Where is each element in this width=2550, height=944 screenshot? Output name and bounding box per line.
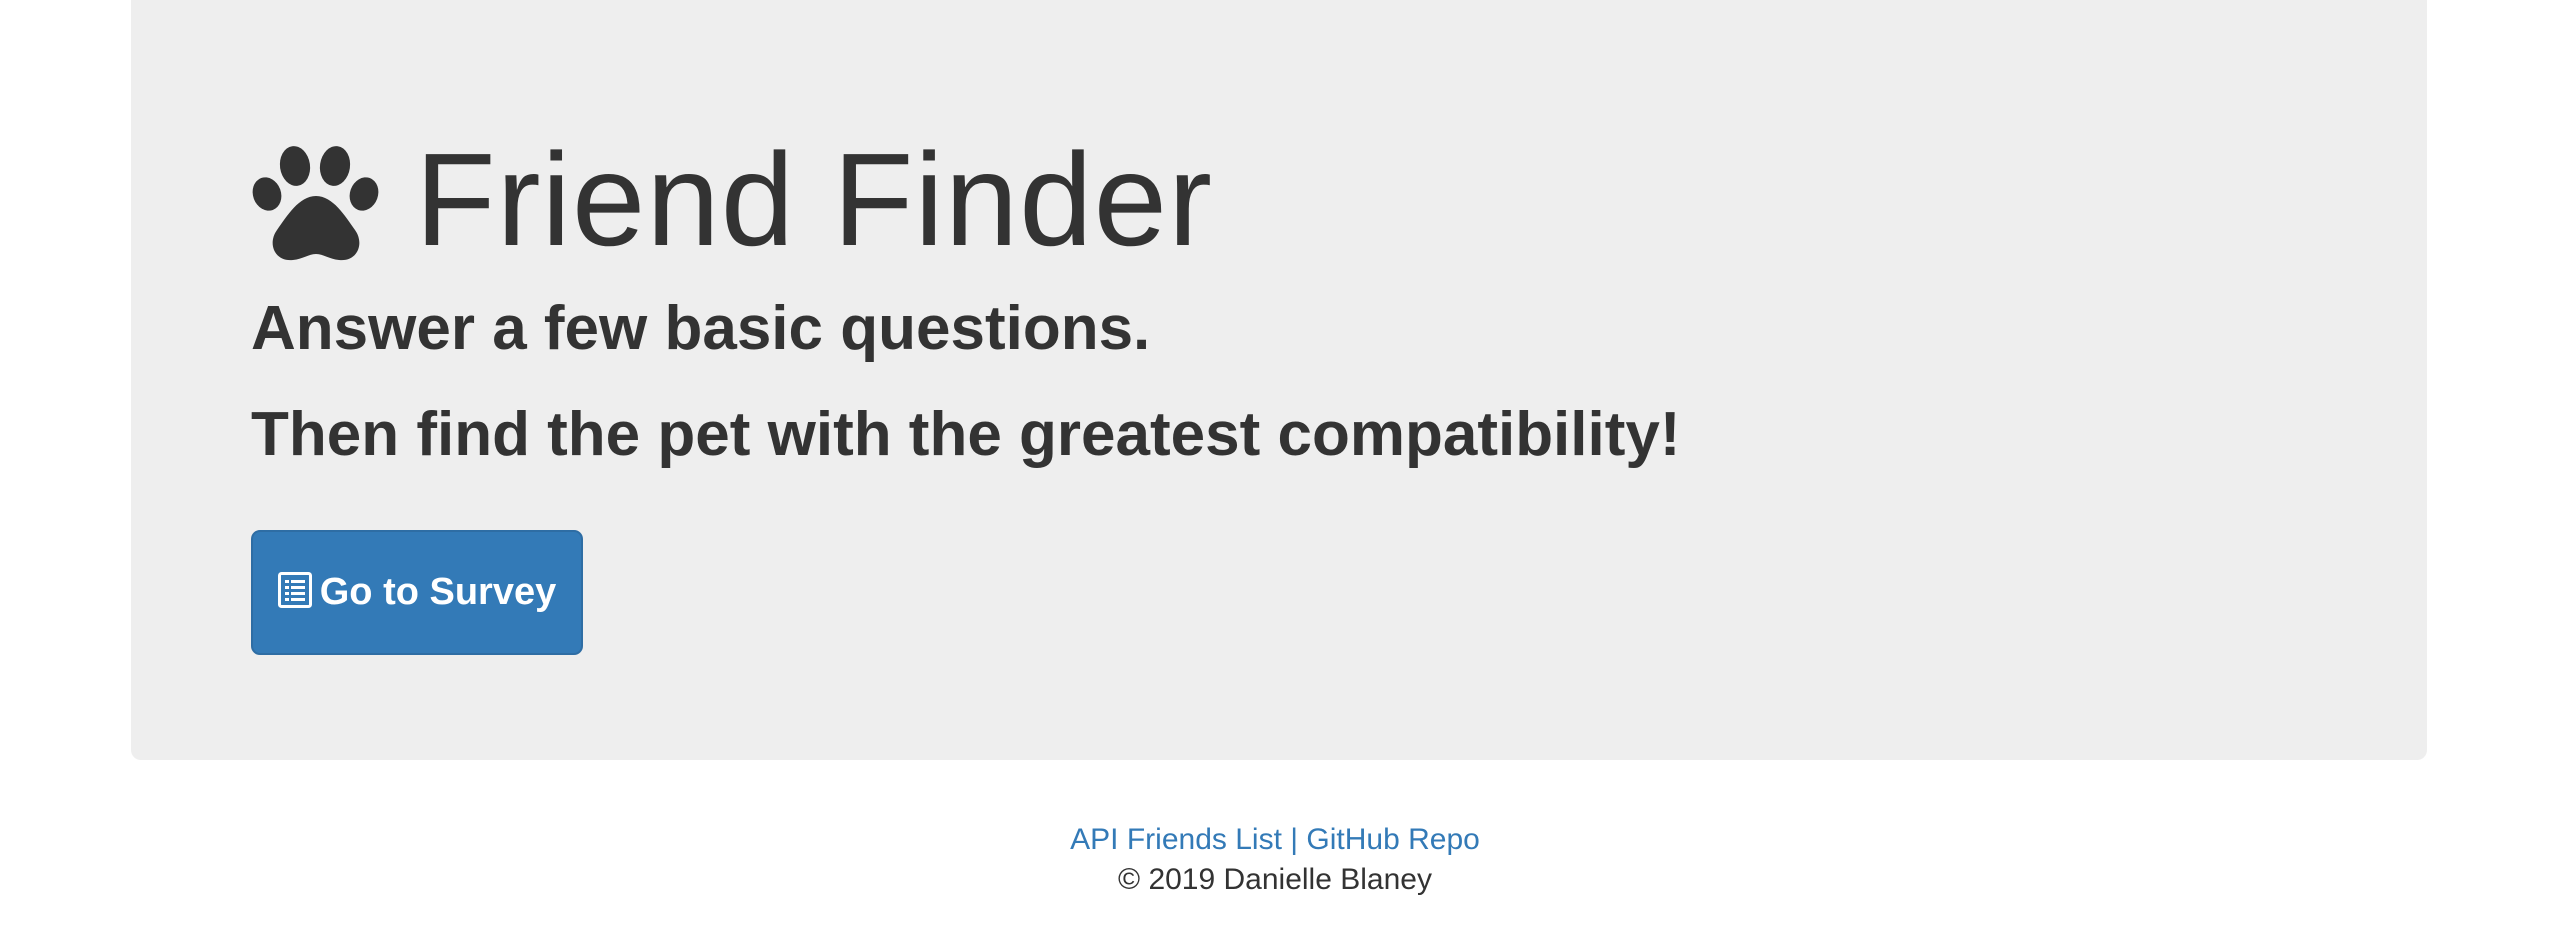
paw-icon <box>252 146 379 261</box>
go-to-survey-button[interactable]: Go to Survey <box>251 530 583 655</box>
footer: API Friends List | GitHub Repo © 2019 Da… <box>0 820 2550 900</box>
github-repo-link[interactable]: GitHub Repo <box>1306 823 1479 856</box>
title-row: Friend Finder <box>251 130 1681 270</box>
go-to-survey-label: Go to Survey <box>319 571 557 613</box>
page-title: Friend Finder <box>415 126 1213 273</box>
tagline-compatibility: Then find the pet with the greatest comp… <box>251 400 1681 469</box>
copyright-text: © 2019 Danielle Blaney <box>1118 863 1432 896</box>
tagline-questions: Answer a few basic questions. <box>251 294 1151 363</box>
page: Friend Finder Answer a few basic questio… <box>0 0 2550 944</box>
footer-separator: | <box>1290 823 1299 856</box>
footer-links: API Friends List | GitHub Repo <box>0 820 2550 860</box>
api-friends-list-link[interactable]: API Friends List <box>1070 823 1282 856</box>
hero-content: Friend Finder Answer a few basic questio… <box>251 130 1681 655</box>
jumbotron: Friend Finder Answer a few basic questio… <box>131 0 2427 760</box>
list-alt-icon <box>277 571 312 608</box>
